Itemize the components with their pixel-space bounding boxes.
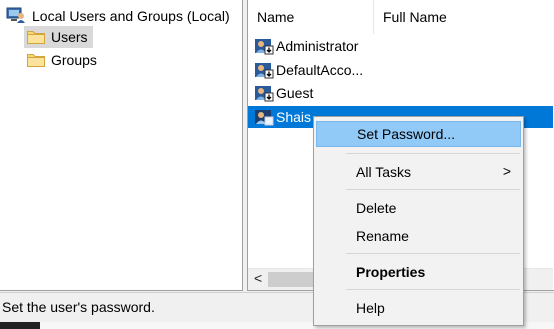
status-text: Set the user's password. (2, 299, 155, 315)
menu-separator (346, 189, 520, 190)
user-icon (254, 60, 274, 80)
chevron-right-icon: > (502, 163, 511, 179)
menu-item-all-tasks[interactable]: All Tasks > (316, 159, 521, 185)
user-name: Shais (276, 109, 312, 125)
scroll-left-icon[interactable]: < (254, 270, 262, 286)
tree-item-users[interactable]: Users (24, 26, 93, 48)
column-header-name[interactable]: Name (257, 0, 367, 34)
list-item[interactable]: Administrator (254, 35, 358, 57)
menu-separator (346, 153, 520, 154)
tree-item-users-label: Users (51, 29, 88, 45)
computer-users-icon (6, 6, 26, 27)
menu-separator (346, 289, 520, 290)
user-name: Administrator (276, 38, 359, 54)
tree-pane: Local Users and Groups (Local) Users Gro… (0, 0, 243, 291)
tree-item-groups[interactable]: Groups (24, 49, 102, 71)
column-header-full-name[interactable]: Full Name (373, 0, 553, 34)
context-menu: Set Password... All Tasks > Delete Renam… (313, 116, 524, 326)
user-icon (254, 107, 274, 127)
user-name: DefaultAcco... (276, 62, 364, 78)
menu-item-label: Rename (356, 228, 409, 244)
column-header-name-label: Name (257, 9, 295, 25)
menu-item-label: Properties (356, 264, 426, 280)
taskbar-edge (0, 322, 40, 329)
column-header-full-name-label: Full Name (383, 9, 447, 25)
menu-item-label: Delete (356, 200, 397, 216)
menu-item-label: All Tasks (356, 164, 411, 180)
menu-item-label: Set Password... (357, 126, 456, 142)
tree-root-node[interactable]: Local Users and Groups (Local) (6, 5, 230, 27)
menu-item-delete[interactable]: Delete (316, 195, 521, 221)
folder-icon (27, 53, 45, 67)
menu-item-set-password[interactable]: Set Password... (316, 121, 521, 147)
folder-icon (27, 30, 45, 44)
tree-item-groups-label: Groups (51, 52, 97, 68)
list-item[interactable]: DefaultAcco... (254, 59, 363, 81)
menu-item-properties[interactable]: Properties (316, 259, 521, 285)
menu-item-label: Help (356, 300, 385, 316)
user-name: Guest (276, 85, 314, 101)
user-icon (254, 83, 274, 103)
list-item[interactable]: Guest (254, 82, 313, 104)
menu-separator (346, 253, 520, 254)
tree-root-label: Local Users and Groups (Local) (32, 8, 230, 24)
menu-item-rename[interactable]: Rename (316, 223, 521, 249)
menu-item-help[interactable]: Help (316, 295, 521, 321)
user-icon (254, 36, 274, 56)
